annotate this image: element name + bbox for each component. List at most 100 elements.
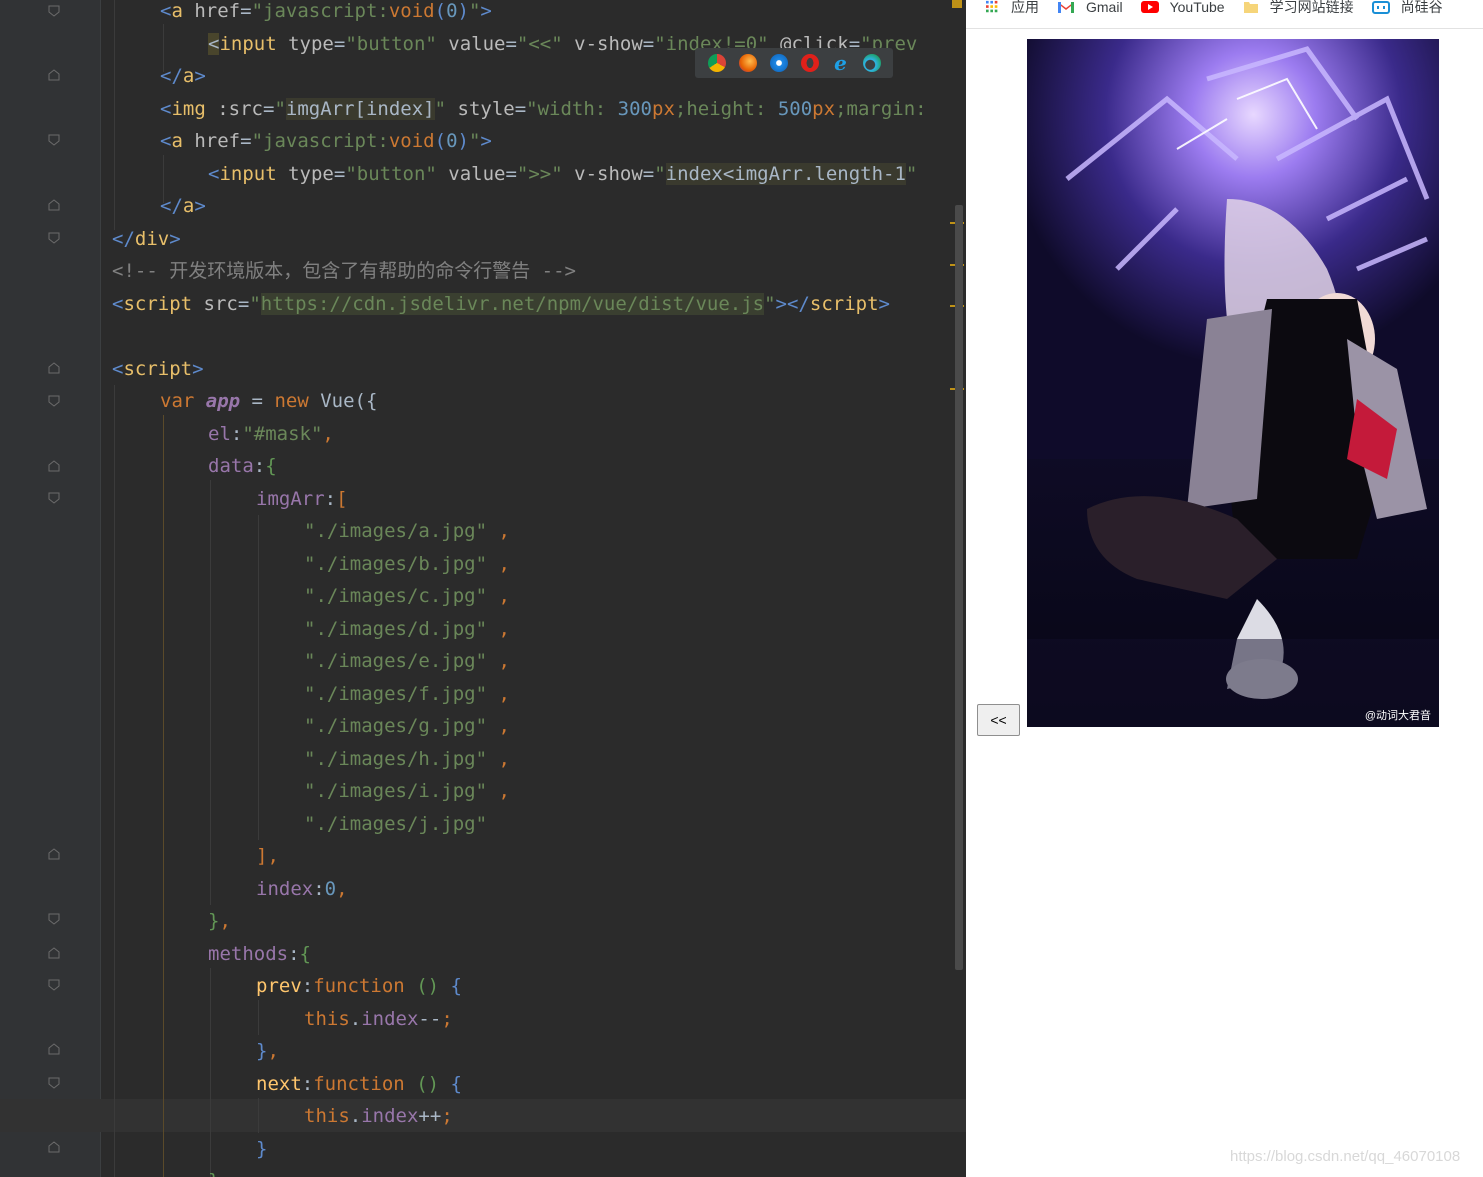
bookmark-folder[interactable]: 学习网站链接 bbox=[1243, 0, 1354, 15]
code-line[interactable]: } bbox=[256, 1133, 267, 1165]
code-token: function bbox=[313, 975, 405, 997]
fold-marker-icon[interactable] bbox=[48, 1141, 60, 1153]
code-token: "#mask" bbox=[242, 423, 323, 445]
code-line[interactable]: </a> bbox=[160, 190, 206, 222]
code-line[interactable]: </a> bbox=[160, 60, 206, 92]
fold-marker-icon[interactable] bbox=[48, 979, 60, 991]
code-token: ) bbox=[457, 130, 469, 152]
code-token: "width: bbox=[526, 98, 618, 120]
prev-button[interactable]: << bbox=[977, 704, 1020, 736]
bookmark-more[interactable]: 尚硅谷 bbox=[1371, 0, 1443, 15]
fold-marker-icon[interactable] bbox=[48, 1043, 60, 1055]
code-token: : bbox=[301, 1073, 314, 1095]
code-token: > bbox=[480, 130, 492, 152]
code-line[interactable]: } bbox=[208, 1165, 219, 1177]
firefox-icon[interactable] bbox=[738, 54, 757, 72]
code-token: src bbox=[192, 293, 238, 315]
fold-marker-icon[interactable] bbox=[48, 1077, 60, 1089]
code-line[interactable]: index:0, bbox=[256, 873, 348, 905]
fold-marker-icon[interactable] bbox=[48, 362, 60, 374]
code-line[interactable]: this.index--; bbox=[304, 1003, 453, 1035]
code-token: = bbox=[642, 33, 655, 55]
fold-marker-icon[interactable] bbox=[48, 232, 60, 244]
fold-marker-icon[interactable] bbox=[48, 199, 60, 211]
code-token: href bbox=[182, 130, 241, 152]
ie-icon[interactable]: e bbox=[832, 53, 850, 73]
code-line[interactable]: <input type="button" value=">>" v-show="… bbox=[208, 158, 917, 190]
code-line[interactable]: "./images/a.jpg" , bbox=[304, 515, 510, 547]
code-token: div bbox=[134, 228, 170, 250]
code-token: " bbox=[468, 0, 481, 22]
code-token: 0 bbox=[446, 0, 458, 22]
code-token: : bbox=[253, 455, 266, 477]
fold-marker-icon[interactable] bbox=[48, 134, 60, 146]
gallery-image: @动词大君音 bbox=[1027, 39, 1439, 727]
code-line[interactable]: "./images/g.jpg" , bbox=[304, 710, 510, 742]
code-token: ) bbox=[457, 0, 469, 22]
code-line[interactable]: el:"#mask", bbox=[208, 418, 334, 450]
code-line[interactable]: "./images/b.jpg" , bbox=[304, 548, 510, 580]
code-token: img bbox=[171, 98, 206, 120]
code-token: next bbox=[256, 1073, 302, 1095]
code-line[interactable]: <a href="javascript:void(0)"> bbox=[160, 125, 492, 157]
code-editor[interactable]: <a href="javascript:void(0)"> <input type… bbox=[0, 0, 966, 1177]
code-token: , bbox=[487, 748, 510, 770]
edge-icon[interactable] bbox=[862, 54, 881, 72]
bookmark-gmail[interactable]: Gmail bbox=[1057, 0, 1123, 15]
code-line[interactable]: next:function () { bbox=[256, 1068, 462, 1100]
code-line[interactable]: "./images/e.jpg" , bbox=[304, 645, 510, 677]
fold-marker-icon[interactable] bbox=[48, 492, 60, 504]
code-line[interactable]: "./images/h.jpg" , bbox=[304, 743, 510, 775]
code-line[interactable]: "./images/f.jpg" , bbox=[304, 678, 510, 710]
fold-marker-icon[interactable] bbox=[48, 69, 60, 81]
bookmark-apps[interactable]: 应用 bbox=[986, 0, 1039, 15]
code-line[interactable]: var app = new Vue({ bbox=[160, 385, 377, 417]
fold-marker-icon[interactable] bbox=[48, 395, 60, 407]
code-line[interactable]: "./images/j.jpg" bbox=[304, 808, 487, 840]
code-token: " bbox=[249, 293, 261, 315]
code-token: "./images/h.jpg" bbox=[304, 748, 488, 770]
bookmark-youtube[interactable]: YouTube bbox=[1140, 0, 1225, 15]
code-token: imgArr[index] bbox=[285, 98, 435, 120]
code-line[interactable]: }, bbox=[256, 1035, 279, 1067]
code-token: ">>" bbox=[516, 163, 563, 185]
fold-marker-icon[interactable] bbox=[48, 460, 60, 472]
code-line[interactable]: ], bbox=[256, 840, 279, 872]
fold-marker-icon[interactable] bbox=[48, 848, 60, 860]
code-line[interactable]: }, bbox=[208, 905, 231, 937]
code-line[interactable]: "./images/i.jpg" , bbox=[304, 775, 510, 807]
safari-icon[interactable] bbox=[769, 54, 788, 72]
code-token: "./images/e.jpg" bbox=[304, 650, 488, 672]
code-line[interactable]: prev:function () { bbox=[256, 970, 462, 1002]
fold-marker-icon[interactable] bbox=[48, 5, 60, 17]
code-token: " bbox=[274, 98, 286, 120]
code-token: "button" bbox=[345, 163, 437, 185]
chrome-icon[interactable] bbox=[707, 54, 726, 72]
code-line[interactable]: this.index++; bbox=[304, 1100, 453, 1132]
code-line[interactable]: methods:{ bbox=[208, 938, 311, 970]
code-token: " bbox=[654, 163, 666, 185]
code-line[interactable]: <!-- 开发环境版本，包含了有帮助的命令行警告 --> bbox=[112, 255, 576, 287]
code-line[interactable]: data:{ bbox=[208, 450, 277, 482]
code-token: : bbox=[324, 488, 337, 510]
code-line[interactable]: <a href="javascript:void(0)"> bbox=[160, 0, 492, 27]
vertical-scrollbar[interactable] bbox=[955, 205, 963, 970]
code-line[interactable]: "./images/c.jpg" , bbox=[304, 580, 510, 612]
code-line[interactable]: "./images/d.jpg" , bbox=[304, 613, 510, 645]
code-token: < bbox=[208, 163, 220, 185]
code-line[interactable]: <script src="https://cdn.jsdelivr.net/np… bbox=[112, 288, 890, 320]
opera-icon[interactable] bbox=[800, 54, 819, 72]
line-gutter[interactable] bbox=[0, 0, 100, 1177]
code-token: = bbox=[333, 33, 346, 55]
fold-marker-icon[interactable] bbox=[48, 913, 60, 925]
code-token: , bbox=[487, 683, 510, 705]
code-line[interactable]: imgArr:[ bbox=[256, 483, 348, 515]
code-line[interactable]: </div> bbox=[112, 223, 181, 255]
code-token: < bbox=[112, 293, 124, 315]
code-line[interactable]: <img :src="imgArr[index]" style="width: … bbox=[160, 93, 927, 125]
code-line[interactable]: <script> bbox=[112, 353, 204, 385]
code-token: : bbox=[288, 943, 300, 965]
fold-marker-icon[interactable] bbox=[48, 947, 60, 959]
code-token: "./images/a.jpg" bbox=[304, 520, 488, 542]
code-token: { bbox=[265, 455, 277, 477]
